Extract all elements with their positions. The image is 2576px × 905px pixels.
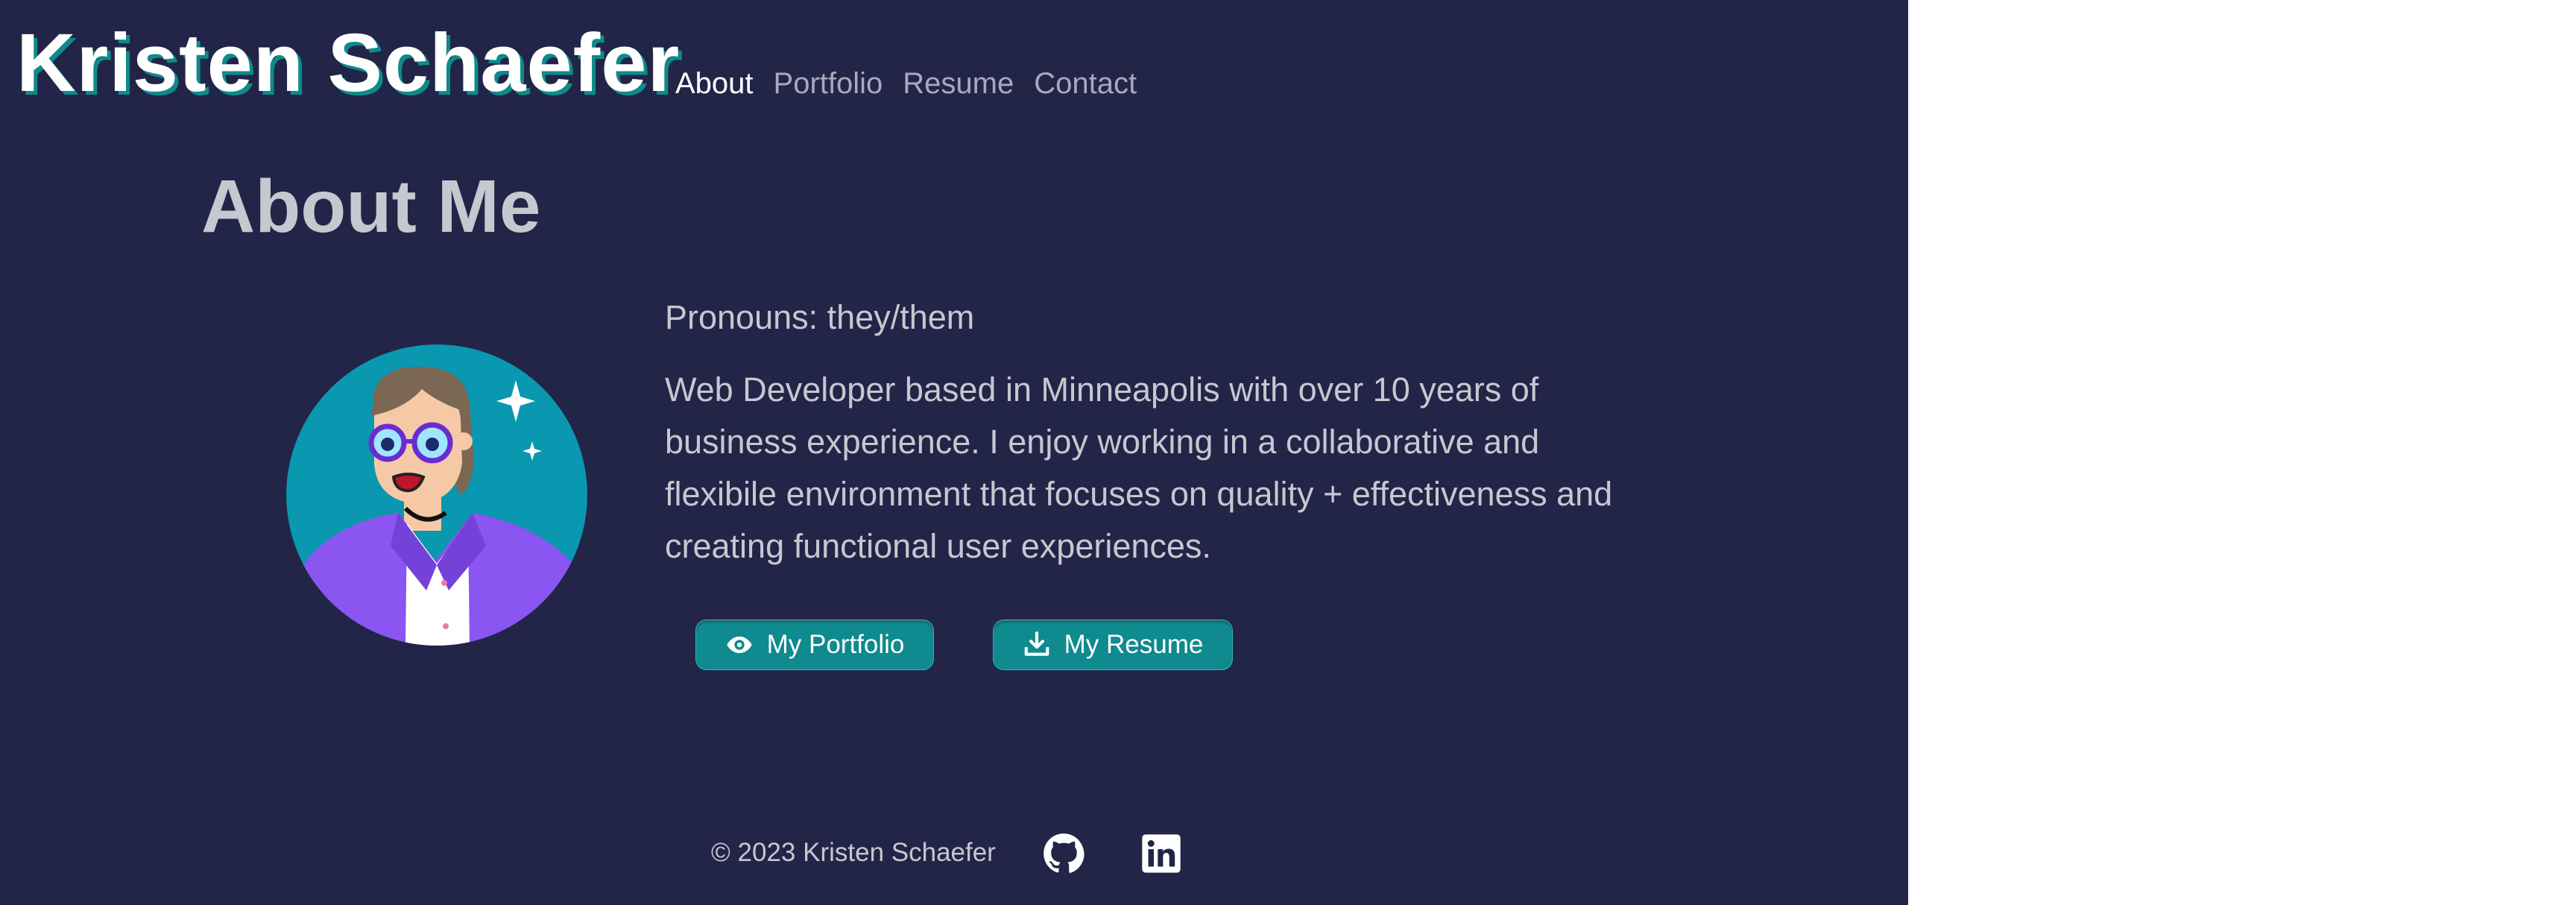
eye-icon [726,636,752,654]
main-nav: About Portfolio Resume Contact [675,64,1137,103]
nav-portfolio[interactable]: Portfolio [774,64,883,103]
site-title[interactable]: Kristen Schaefer [16,16,680,111]
my-resume-label: My Resume [1064,630,1204,659]
download-icon [1024,631,1049,656]
my-portfolio-button[interactable]: My Portfolio [696,620,933,669]
pronouns-text: Pronouns: they/them [665,298,975,336]
github-icon[interactable] [1043,833,1085,874]
avatar-illustration [286,344,587,646]
avatar [286,344,587,646]
nav-about[interactable]: About [675,64,754,103]
page-panel: Kristen Schaefer About Portfolio Resume … [0,0,1908,905]
nav-contact[interactable]: Contact [1034,64,1137,103]
footer-copyright: © 2023 Kristen Schaefer [711,838,996,867]
bio-text: Web Developer based in Minneapolis with … [665,370,1613,565]
my-portfolio-label: My Portfolio [766,630,905,659]
my-resume-button[interactable]: My Resume [994,620,1232,669]
linkedin-icon[interactable] [1140,833,1182,874]
section-title: About Me [201,165,541,248]
nav-resume[interactable]: Resume [903,64,1014,103]
